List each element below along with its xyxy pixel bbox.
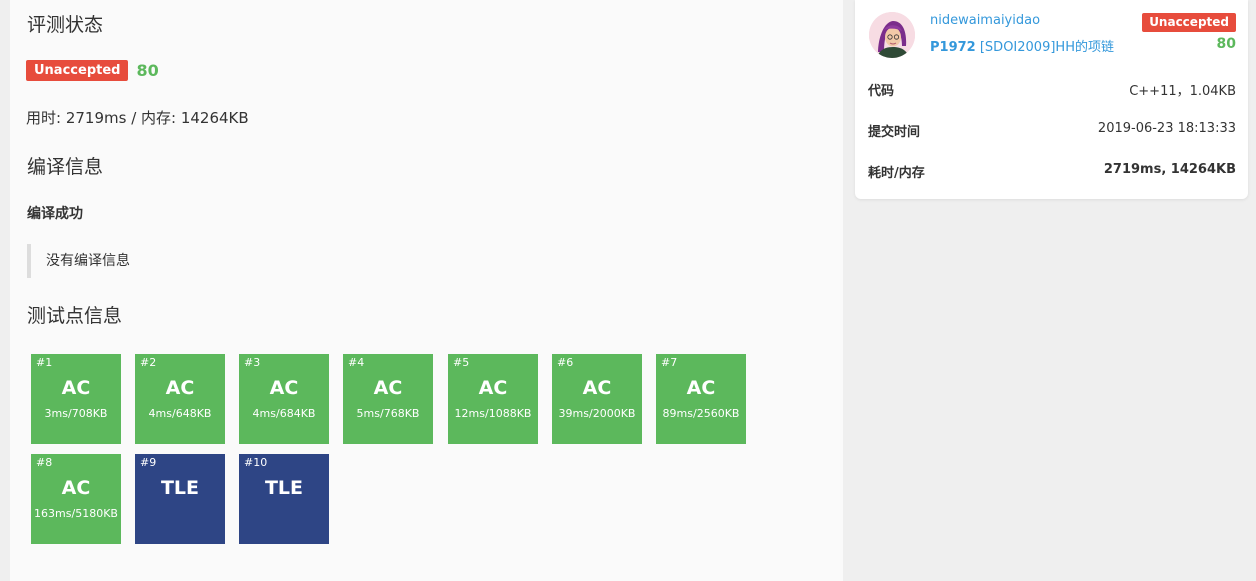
testcase-status: AC — [478, 377, 508, 399]
testcase-metric: 5ms/768KB — [356, 407, 420, 420]
testcase-status: AC — [582, 377, 612, 399]
testcase-id: #2 — [140, 356, 157, 369]
testcase-tile[interactable]: #10 TLE — [239, 454, 329, 544]
testcase-status: TLE — [160, 477, 200, 499]
info-row-time-memory: 耗时/内存 2719ms, 14264KB — [868, 162, 1236, 181]
testcase-status: AC — [165, 377, 195, 399]
username-link[interactable]: nidewaimaiyidao — [930, 13, 1040, 28]
score-value: 80 — [136, 61, 159, 80]
testcase-id: #8 — [36, 456, 53, 469]
testcase-id: #10 — [244, 456, 268, 469]
testcase-id: #6 — [557, 356, 574, 369]
info-key: 代码 — [868, 84, 895, 99]
compile-message: 没有编译信息 — [27, 244, 130, 278]
testcase-id: #5 — [453, 356, 470, 369]
info-value: 2719ms, 14264KB — [1103, 162, 1236, 177]
avatar[interactable] — [869, 12, 915, 58]
testcase-id: #4 — [348, 356, 365, 369]
testcase-tile[interactable]: #8 AC 163ms/5180KB — [31, 454, 121, 544]
testcase-metric: 4ms/684KB — [252, 407, 316, 420]
tests-heading: 测试点信息 — [27, 305, 123, 327]
problem-id: P1972 — [930, 40, 976, 55]
testcase-id: #1 — [36, 356, 53, 369]
testcase-id: #7 — [661, 356, 678, 369]
testcase-status: TLE — [264, 477, 304, 499]
testcase-metric: 4ms/648KB — [148, 407, 212, 420]
info-value: C++11，1.04KB — [1129, 84, 1236, 99]
testcase-tile[interactable]: #9 TLE — [135, 454, 225, 544]
testcase-status: AC — [686, 377, 716, 399]
testcase-metric: 39ms/2000KB — [558, 407, 636, 420]
testcase-tile[interactable]: #7 AC 89ms/2560KB — [656, 354, 746, 444]
testcase-metric: 12ms/1088KB — [454, 407, 532, 420]
testcase-tile[interactable]: #2 AC 4ms/648KB — [135, 354, 225, 444]
testcase-status: AC — [373, 377, 403, 399]
submission-info-card: nidewaimaiyidao P1972 [SDOI2009]HH的项链 Un… — [855, 0, 1248, 199]
testcase-tile[interactable]: #4 AC 5ms/768KB — [343, 354, 433, 444]
submission-detail-panel: 评测状态 Unaccepted 80 用时: 2719ms / 内存: 1426… — [10, 0, 843, 581]
testcase-id: #3 — [244, 356, 261, 369]
problem-link[interactable]: P1972 [SDOI2009]HH的项链 — [930, 36, 1114, 55]
testcase-metric: 3ms/708KB — [44, 407, 108, 420]
testcase-metric: 89ms/2560KB — [662, 407, 740, 420]
compile-result: 编译成功 — [27, 206, 83, 222]
testcase-id: #9 — [140, 456, 157, 469]
card-score: 80 — [1216, 36, 1236, 52]
testcase-status: AC — [269, 377, 299, 399]
status-badge: Unaccepted — [26, 60, 129, 81]
testcase-status: AC — [61, 377, 91, 399]
info-key: 提交时间 — [868, 125, 921, 140]
testcase-status: AC — [61, 477, 91, 499]
testcase-metric: 163ms/5180KB — [34, 507, 118, 520]
testcase-tile[interactable]: #5 AC 12ms/1088KB — [448, 354, 538, 444]
problem-title: [SDOI2009]HH的项链 — [979, 40, 1114, 55]
testcase-tile[interactable]: #3 AC 4ms/684KB — [239, 354, 329, 444]
card-status-badge: Unaccepted — [1142, 13, 1236, 32]
avatar-illustration — [869, 12, 915, 58]
info-value: 2019-06-23 18:13:33 — [1097, 121, 1236, 136]
info-row-code: 代码 C++11，1.04KB — [868, 80, 1236, 99]
status-row: Unaccepted 80 — [26, 60, 159, 81]
usage-text: 用时: 2719ms / 内存: 14264KB — [26, 109, 249, 127]
compile-heading: 编译信息 — [27, 156, 104, 178]
testcase-tile[interactable]: #6 AC 39ms/2000KB — [552, 354, 642, 444]
info-row-submit-time: 提交时间 2019-06-23 18:13:33 — [868, 121, 1236, 140]
status-heading: 评测状态 — [27, 14, 104, 36]
testcase-tile[interactable]: #1 AC 3ms/708KB — [31, 354, 121, 444]
info-key: 耗时/内存 — [868, 166, 925, 181]
